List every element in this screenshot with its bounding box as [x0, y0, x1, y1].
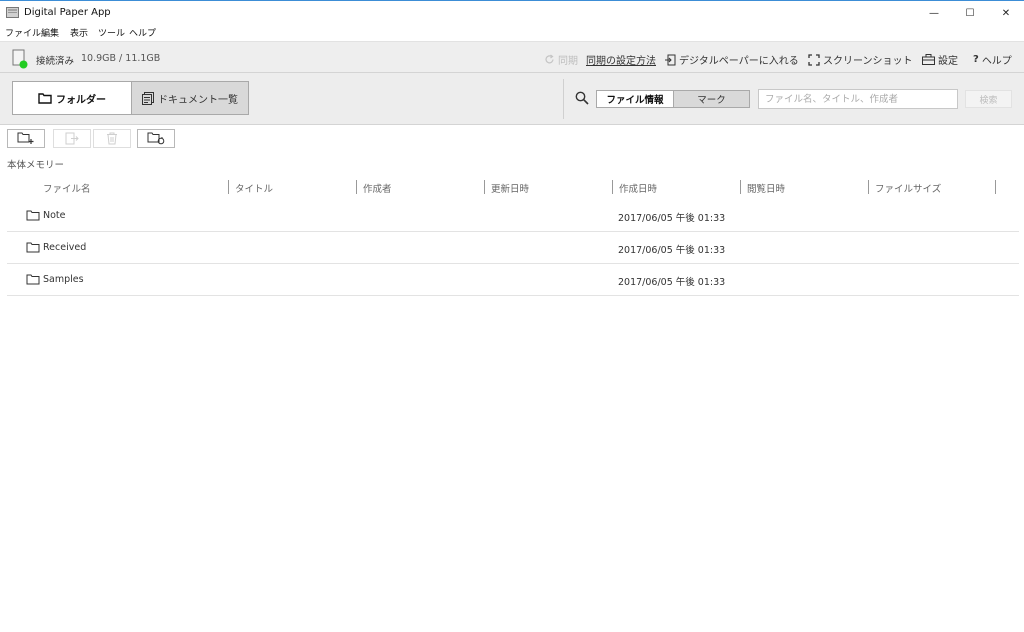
maximize-button[interactable]: ☐	[952, 1, 988, 25]
search-icon	[575, 91, 589, 105]
toolbox-icon	[922, 54, 935, 65]
move-button[interactable]	[53, 129, 91, 148]
folder-view-label: フォルダー	[56, 94, 106, 106]
maximize-icon: ☐	[965, 7, 975, 19]
document-list-label: ドキュメント一覧	[158, 94, 238, 106]
column-separator[interactable]	[228, 180, 229, 194]
menu-edit[interactable]: 編集	[41, 26, 59, 39]
window-title: Digital Paper App	[24, 7, 111, 18]
column-separator[interactable]	[484, 180, 485, 194]
settings-button[interactable]: 設定	[922, 52, 958, 67]
row-filename: Received	[43, 242, 87, 253]
folder-icon	[26, 210, 40, 221]
toolbar-divider	[563, 79, 564, 119]
mark-tab[interactable]: マーク	[673, 90, 750, 108]
title-bar: Digital Paper App — ☐ ✕	[0, 0, 1024, 25]
close-button[interactable]: ✕	[988, 1, 1024, 25]
sync-folder-button[interactable]	[137, 129, 175, 148]
new-folder-button[interactable]	[7, 129, 45, 148]
document-list-icon	[142, 91, 154, 105]
row-created-date: 2017/06/05 午後 01:33	[618, 277, 726, 288]
search-input[interactable]	[758, 89, 958, 109]
column-separator[interactable]	[356, 180, 357, 194]
column-header-filesize[interactable]: ファイルサイズ	[875, 181, 941, 195]
close-icon: ✕	[1001, 7, 1011, 19]
folder-icon	[38, 92, 52, 104]
folder-view-tab[interactable]: フォルダー	[12, 81, 132, 115]
menu-help[interactable]: ヘルプ	[129, 26, 156, 39]
import-button[interactable]: デジタルペーパーに入れる	[665, 52, 799, 67]
status-bar: 接続済み 10.9GB / 11.1GB 同期 同期の設定方法 デジタルペーパー…	[0, 41, 1024, 73]
folder-sync-icon	[147, 132, 165, 145]
device-connected-icon	[12, 49, 28, 69]
move-icon	[65, 132, 79, 145]
sync-label: 同期	[558, 56, 578, 67]
section-label: 本体メモリー	[7, 160, 65, 171]
search-button[interactable]: 検索	[965, 90, 1012, 108]
column-header-created[interactable]: 作成日時	[619, 181, 657, 195]
screenshot-icon	[808, 53, 820, 66]
file-info-tab[interactable]: ファイル情報	[596, 90, 674, 108]
column-separator[interactable]	[740, 180, 741, 194]
sync-button[interactable]: 同期	[544, 52, 578, 67]
import-label: デジタルペーパーに入れる	[679, 56, 799, 67]
folder-icon	[26, 242, 40, 253]
connection-status: 接続済み	[36, 56, 75, 67]
table-row[interactable]: Samples 2017/06/05 午後 01:33	[7, 264, 1019, 296]
screenshot-button[interactable]: スクリーンショット	[808, 52, 913, 67]
app-icon	[6, 7, 19, 18]
column-header-viewed[interactable]: 閲覧日時	[747, 181, 785, 195]
folder-icon	[26, 274, 40, 285]
help-button[interactable]: ? ヘルプ	[973, 52, 1012, 67]
screenshot-label: スクリーンショット	[823, 56, 913, 67]
storage-capacity: 10.9GB / 11.1GB	[81, 53, 161, 64]
table-row[interactable]: Note 2017/06/05 午後 01:33	[7, 200, 1019, 232]
import-icon	[665, 54, 676, 65]
column-separator[interactable]	[868, 180, 869, 194]
column-header-title[interactable]: タイトル	[235, 181, 273, 195]
question-mark-icon: ?	[973, 54, 979, 65]
new-folder-icon	[17, 132, 34, 144]
column-header-modified[interactable]: 更新日時	[491, 181, 529, 195]
menu-bar: ファイル 編集 表示 ツール ヘルプ	[0, 25, 1024, 41]
settings-label: 設定	[938, 56, 958, 67]
trash-icon	[107, 132, 117, 145]
minimize-button[interactable]: —	[916, 1, 952, 25]
column-separator[interactable]	[612, 180, 613, 194]
delete-button[interactable]	[93, 129, 131, 148]
menu-view[interactable]: 表示	[70, 26, 88, 39]
minimize-icon: —	[929, 7, 939, 19]
document-list-tab[interactable]: ドキュメント一覧	[131, 81, 249, 115]
help-label: ヘルプ	[981, 56, 1012, 67]
menu-tools[interactable]: ツール	[98, 26, 125, 39]
column-header-author[interactable]: 作成者	[363, 181, 392, 195]
sync-setup-link[interactable]: 同期の設定方法	[586, 52, 656, 67]
row-filename: Samples	[43, 274, 84, 285]
table-row[interactable]: Received 2017/06/05 午後 01:33	[7, 232, 1019, 264]
column-separator[interactable]	[995, 180, 996, 194]
column-header-filename[interactable]: ファイル名	[43, 181, 91, 195]
sync-icon	[545, 54, 554, 64]
menu-file[interactable]: ファイル	[5, 26, 41, 39]
row-filename: Note	[43, 210, 66, 221]
row-created-date: 2017/06/05 午後 01:33	[618, 213, 726, 224]
row-created-date: 2017/06/05 午後 01:33	[618, 245, 726, 256]
